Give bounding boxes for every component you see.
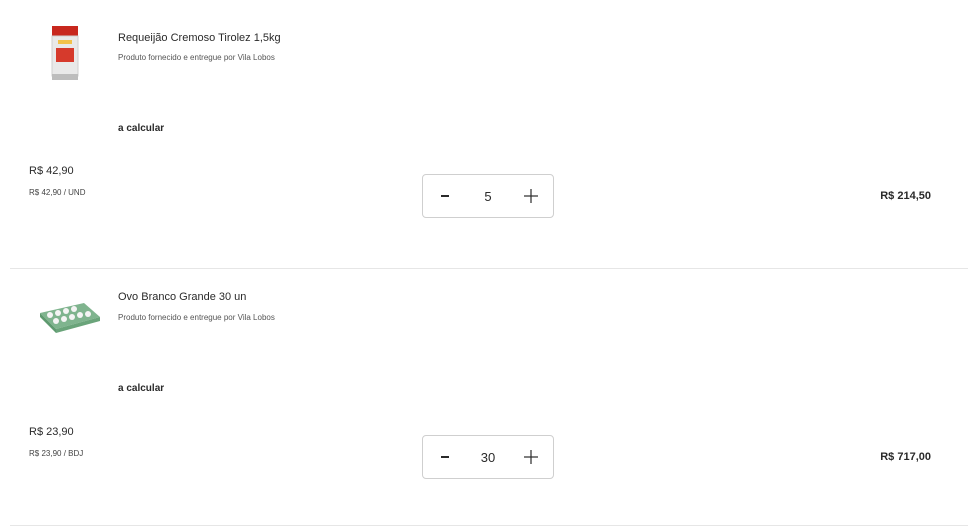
plus-icon bbox=[524, 450, 538, 464]
quantity-value[interactable]: 5 bbox=[473, 189, 503, 204]
unit-price-detail: R$ 42,90 / UND bbox=[29, 188, 86, 197]
product-image[interactable] bbox=[38, 18, 94, 88]
cart-item: Ovo Branco Grande 30 un Produto fornecid… bbox=[10, 269, 968, 526]
plus-icon bbox=[524, 189, 538, 203]
unit-price-detail: R$ 23,90 / BDJ bbox=[29, 449, 84, 458]
unit-price: R$ 23,90 bbox=[29, 426, 74, 438]
quantity-stepper: 5 bbox=[422, 174, 554, 218]
product-name[interactable]: Requeijão Cremoso Tirolez 1,5kg bbox=[118, 32, 281, 44]
egg-tray-icon bbox=[40, 303, 100, 333]
decrement-button[interactable] bbox=[433, 184, 457, 208]
increment-button[interactable] bbox=[519, 184, 543, 208]
quantity-stepper: 30 bbox=[422, 435, 554, 479]
cart-item: Requeijão Cremoso Tirolez 1,5kg Produto … bbox=[10, 0, 968, 269]
requeijao-bucket-icon bbox=[51, 26, 79, 80]
unit-price: R$ 42,90 bbox=[29, 165, 74, 177]
cart-list: Requeijão Cremoso Tirolez 1,5kg Produto … bbox=[0, 0, 969, 528]
line-total: R$ 717,00 bbox=[880, 451, 931, 463]
product-image[interactable] bbox=[38, 297, 100, 367]
seller-note: Produto fornecido e entregue por Vila Lo… bbox=[118, 53, 275, 62]
decrement-button[interactable] bbox=[433, 445, 457, 469]
shipping-status: a calcular bbox=[118, 383, 165, 394]
increment-button[interactable] bbox=[519, 445, 543, 469]
minus-icon bbox=[441, 195, 449, 197]
minus-icon bbox=[441, 456, 449, 458]
shipping-status: a calcular bbox=[118, 123, 165, 134]
quantity-value[interactable]: 30 bbox=[473, 450, 503, 465]
line-total: R$ 214,50 bbox=[880, 190, 931, 202]
seller-note: Produto fornecido e entregue por Vila Lo… bbox=[118, 313, 275, 322]
product-name[interactable]: Ovo Branco Grande 30 un bbox=[118, 291, 246, 303]
